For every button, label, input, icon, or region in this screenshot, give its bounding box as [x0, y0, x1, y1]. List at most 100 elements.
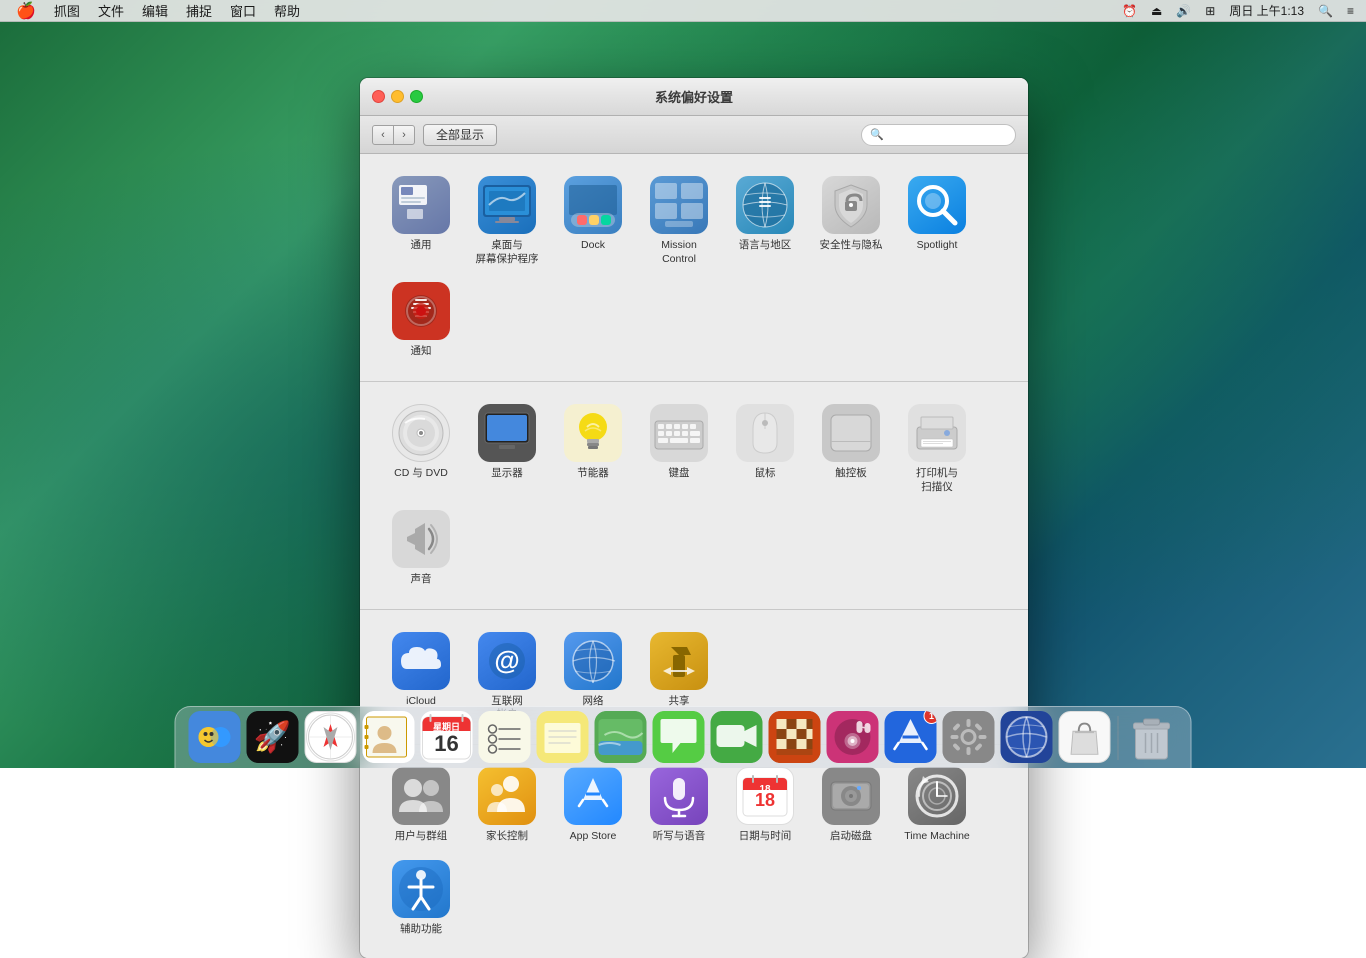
dock-launchpad[interactable]: 🚀	[246, 711, 300, 765]
general-icon	[393, 177, 449, 233]
dock-notes[interactable]	[536, 711, 590, 765]
back-button[interactable]: ‹	[372, 125, 394, 145]
pref-trackpad-label: 触控板	[835, 467, 867, 481]
show-all-button[interactable]: 全部显示	[423, 124, 497, 146]
pref-mission-label: MissionControl	[661, 239, 697, 266]
pref-datetime[interactable]: 18 18 日期与时间	[724, 761, 806, 850]
pref-appstore[interactable]: App Store	[552, 761, 634, 850]
menubar-list[interactable]: ≡	[1343, 4, 1358, 18]
menu-file[interactable]: 文件	[90, 0, 132, 22]
forward-button[interactable]: ›	[393, 125, 415, 145]
dock-facetime[interactable]	[710, 711, 764, 765]
dock-addressbook[interactable]	[362, 711, 416, 765]
cddvd-icon	[393, 405, 449, 461]
menubar-left: 🍎 抓图 文件 编辑 捕捉 窗口 帮助	[8, 0, 308, 22]
minimize-button[interactable]	[391, 90, 404, 103]
pref-printer[interactable]: 打印机与扫描仪	[896, 398, 978, 500]
svg-text:16: 16	[434, 731, 458, 756]
dock-trash[interactable]	[1125, 711, 1179, 765]
pref-energy[interactable]: 节能器	[552, 398, 634, 500]
dictation-icon	[651, 768, 707, 824]
pref-mouse[interactable]: 鼠标	[724, 398, 806, 500]
menubar-squares[interactable]: ⊞	[1201, 4, 1219, 18]
pref-users[interactable]: 用户与群组	[380, 761, 462, 850]
section-personal: 通用 桌面与屏	[360, 154, 1028, 382]
dock-systemprefs-icon	[943, 711, 995, 763]
window-title: 系统偏好设置	[655, 87, 733, 106]
dock-maps[interactable]	[594, 711, 648, 765]
pref-security[interactable]: 安全性与隐私	[810, 170, 892, 272]
mission-icon	[651, 177, 707, 233]
apple-menu[interactable]: 🍎	[8, 0, 44, 22]
pref-users-label: 用户与群组	[395, 830, 448, 844]
menubar-time-machine[interactable]: ⏰	[1118, 4, 1141, 18]
security-icon	[823, 177, 879, 233]
pref-mission[interactable]: MissionControl	[638, 170, 720, 272]
menubar-search[interactable]: 🔍	[1314, 4, 1337, 18]
pref-timemachine-label: Time Machine	[904, 830, 970, 844]
pref-parental-label: 家长控制	[486, 830, 528, 844]
hardware-icons: CD 与 DVD 显示器	[380, 398, 1008, 593]
search-icon: 🔍	[870, 128, 884, 141]
pref-notification[interactable]: 通知	[380, 276, 462, 365]
menubar-eject[interactable]: ⏏	[1147, 4, 1166, 18]
pref-security-label: 安全性与隐私	[820, 239, 883, 253]
pref-sound[interactable]: 声音	[380, 504, 462, 593]
dock-systemprefs[interactable]	[942, 711, 996, 765]
section-hardware: CD 与 DVD 显示器	[360, 382, 1028, 610]
dock-messages[interactable]	[652, 711, 706, 765]
dock-chess[interactable]	[768, 711, 822, 765]
addressbook-icon	[363, 711, 415, 763]
pref-parental[interactable]: 家长控制	[466, 761, 548, 850]
pref-spotlight[interactable]: Spotlight	[896, 170, 978, 272]
menu-help[interactable]: 帮助	[266, 0, 308, 22]
menu-edit[interactable]: 编辑	[134, 0, 176, 22]
menu-capture[interactable]: 抓图	[46, 0, 88, 22]
pref-general-label: 通用	[411, 239, 432, 253]
menubar-right: ⏰ ⏏ 🔊 ⊞ 周日 上午1:13 🔍 ≡	[1118, 2, 1358, 19]
dock-shopping[interactable]	[1058, 711, 1112, 765]
search-box[interactable]: 🔍	[861, 124, 1016, 146]
trash-icon	[1126, 711, 1178, 763]
pref-displays[interactable]: 显示器	[466, 398, 548, 500]
dock-appstore[interactable]: 1	[884, 711, 938, 765]
energy-icon	[565, 405, 621, 461]
dock-safari[interactable]	[304, 711, 358, 765]
pref-language[interactable]: 语言与地区	[724, 170, 806, 272]
timemachine-icon	[909, 768, 965, 824]
menubar-volume[interactable]: 🔊	[1172, 4, 1195, 18]
pref-startup[interactable]: 启动磁盘	[810, 761, 892, 850]
close-button[interactable]	[372, 90, 385, 103]
dock-calendar[interactable]: 星期日 16	[420, 711, 474, 765]
mouse-icon	[737, 405, 793, 461]
launchpad-icon: 🚀	[247, 711, 299, 763]
safari-icon	[306, 712, 356, 762]
menubar-datetime[interactable]: 周日 上午1:13	[1225, 2, 1308, 19]
pref-sound-label: 声音	[411, 573, 432, 587]
dock: 🚀	[175, 706, 1192, 768]
maximize-button[interactable]	[410, 90, 423, 103]
users-icon	[393, 768, 449, 824]
pref-dictation-label: 听写与语音	[653, 830, 706, 844]
svg-text:18: 18	[755, 790, 775, 810]
pref-dictation[interactable]: 听写与语音	[638, 761, 720, 850]
pref-trackpad[interactable]: 触控板	[810, 398, 892, 500]
pref-dock[interactable]: Dock	[552, 170, 634, 272]
pref-keyboard[interactable]: 键盘	[638, 398, 720, 500]
pref-spotlight-label: Spotlight	[917, 239, 958, 253]
pref-startup-label: 启动磁盘	[830, 830, 872, 844]
pref-general[interactable]: 通用	[380, 170, 462, 272]
pref-accessibility[interactable]: 辅助功能	[380, 854, 462, 943]
menu-capture2[interactable]: 捕捉	[178, 0, 220, 22]
dock-itunes[interactable]	[826, 711, 880, 765]
keyboard-icon	[651, 405, 707, 461]
pref-desktop[interactable]: 桌面与屏幕保护程序	[466, 170, 548, 272]
dock-finder[interactable]	[188, 711, 242, 765]
dock-browser[interactable]	[1000, 711, 1054, 765]
menu-window[interactable]: 窗口	[222, 0, 264, 22]
pref-cddvd[interactable]: CD 与 DVD	[380, 398, 462, 500]
pref-timemachine[interactable]: Time Machine	[896, 761, 978, 850]
system-icons: 用户与群组 家	[380, 761, 1008, 942]
pref-accessibility-label: 辅助功能	[400, 923, 442, 937]
dock-reminders[interactable]	[478, 711, 532, 765]
